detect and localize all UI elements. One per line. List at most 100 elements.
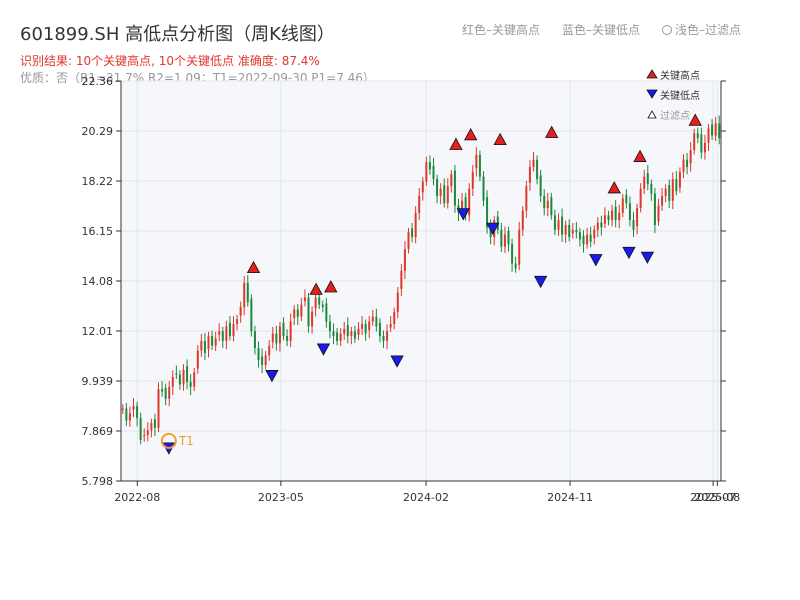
candle-body (471, 171, 474, 189)
candle-body (228, 322, 231, 337)
candle-body (361, 323, 364, 329)
candle-body (700, 134, 703, 153)
candle-body (132, 406, 135, 410)
candle-body (393, 311, 396, 324)
red-triangle-up-icon (644, 69, 660, 79)
candle-body (582, 235, 585, 245)
candle-body (125, 408, 128, 421)
candle-body (418, 195, 421, 213)
candle-body (357, 328, 360, 335)
candle-body (150, 422, 153, 431)
candle-body (600, 222, 603, 228)
candle-body (521, 210, 524, 230)
candle-body (539, 175, 542, 196)
candle-body (182, 369, 185, 385)
candle-body (632, 220, 635, 230)
candle-body (511, 244, 514, 264)
candle-body (507, 230, 510, 245)
y-tick-label: 5.798 (82, 475, 114, 488)
candle-body (121, 408, 124, 410)
candle-body (482, 176, 485, 201)
candle-body (389, 323, 392, 328)
legend-high: 关键高点 (644, 64, 700, 84)
y-tick-label: 12.01 (82, 325, 114, 338)
candle-body (503, 234, 506, 247)
candle-body (714, 123, 717, 136)
candle-body (193, 372, 196, 387)
candle-body (339, 333, 342, 341)
candle-body (403, 249, 406, 271)
candle-body (200, 340, 203, 351)
candle-body (353, 331, 356, 339)
candle-body (218, 331, 221, 335)
candle-body (168, 386, 171, 399)
candle-body (211, 336, 214, 346)
candle-body (153, 419, 156, 428)
candle-body (603, 215, 606, 224)
t1-label: T1 (178, 434, 194, 448)
candle-body (550, 197, 553, 216)
y-tick-label: 22.36 (82, 75, 114, 88)
candle-body (596, 222, 599, 230)
candle-body (196, 350, 199, 369)
candle-body (239, 307, 242, 316)
candle-body (146, 430, 149, 436)
candle-body (318, 297, 321, 305)
candle-body (500, 229, 503, 247)
candle-body (532, 159, 535, 167)
candle-body (689, 150, 692, 164)
candle-body (414, 212, 417, 238)
candle-body (264, 355, 267, 366)
candle-body (557, 220, 560, 230)
candle-body (618, 212, 621, 221)
candle-body (571, 229, 574, 234)
candle-body (553, 215, 556, 230)
candle-body (371, 316, 374, 322)
candle-body (378, 322, 381, 337)
candle-body (646, 173, 649, 184)
candle-body (407, 232, 410, 250)
candle-body (278, 326, 281, 344)
candle-body (375, 316, 378, 327)
candle-body (678, 171, 681, 188)
candle-body (396, 292, 399, 312)
x-tick-label: 2025-08 (694, 491, 740, 504)
candle-body (332, 331, 335, 337)
candle-body (693, 133, 696, 151)
y-tick-label: 20.29 (82, 125, 114, 138)
candle-body (382, 336, 385, 341)
candle-body (543, 195, 546, 209)
candle-body (128, 413, 131, 421)
candle-body (189, 381, 192, 387)
candle-body (468, 188, 471, 216)
x-tick-label: 2024-11 (547, 491, 593, 504)
legend-low: 关键低点 (644, 84, 700, 104)
candle-body (668, 185, 671, 201)
x-tick-label: 2024-02 (403, 491, 449, 504)
candle-body (703, 142, 706, 153)
candle-body (707, 128, 710, 143)
candle-body (232, 323, 235, 337)
y-tick-label: 7.869 (82, 425, 114, 438)
candle-body (593, 229, 596, 239)
candle-body (621, 198, 624, 213)
candle-body (686, 159, 689, 167)
candle-body (650, 183, 653, 194)
candle-body (528, 166, 531, 183)
candle-body (275, 333, 278, 344)
candle-body (250, 298, 253, 332)
candle-body (653, 193, 656, 225)
candle-body (439, 188, 442, 196)
candle-body (682, 159, 685, 172)
candle-body (564, 224, 567, 235)
candle-body (271, 333, 274, 343)
candle-body (607, 215, 610, 221)
candle-body (614, 206, 617, 221)
candle-body (296, 309, 299, 317)
candle-body (671, 179, 674, 201)
candle-body (514, 263, 517, 269)
candle-body (436, 179, 439, 196)
candle-body (443, 185, 446, 204)
blue-triangle-down-icon (644, 89, 660, 99)
candle-body (300, 304, 303, 317)
